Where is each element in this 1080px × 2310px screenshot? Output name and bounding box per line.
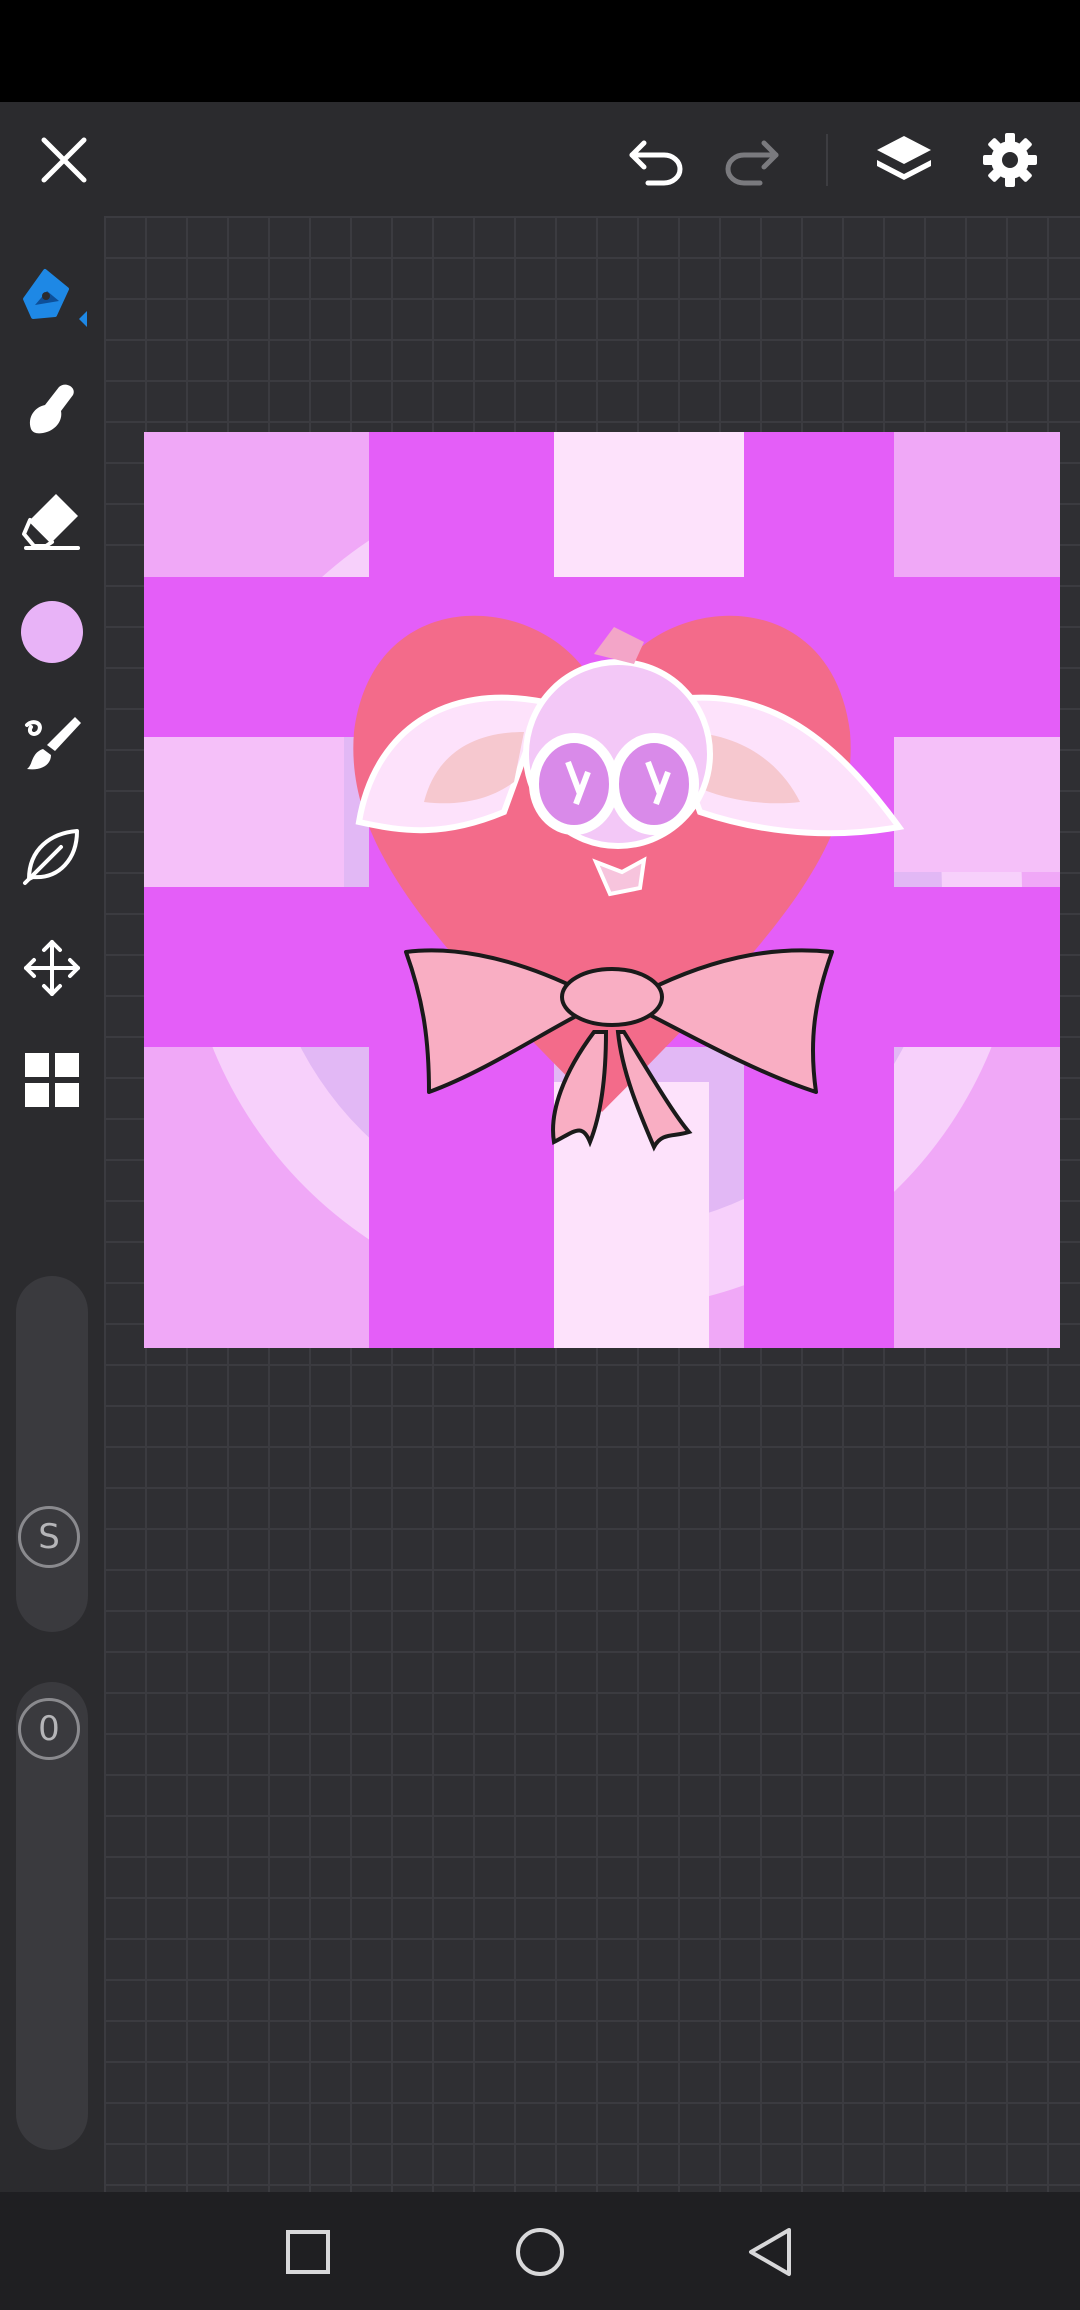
- circle-icon: [516, 2228, 564, 2276]
- tool-pen[interactable]: [12, 256, 92, 336]
- status-bar: [0, 0, 1080, 102]
- brush-size-slider[interactable]: [16, 1276, 88, 1632]
- tool-fill[interactable]: [12, 816, 92, 896]
- tool-color[interactable]: [12, 592, 92, 672]
- tool-transform[interactable]: [12, 928, 92, 1008]
- close-button[interactable]: [28, 124, 100, 196]
- tool-eraser[interactable]: [12, 480, 92, 560]
- gear-icon: [983, 133, 1037, 187]
- redo-icon: [725, 140, 779, 186]
- redo-button[interactable]: [716, 124, 788, 196]
- top-toolbar: [0, 102, 1080, 216]
- recents-button[interactable]: [268, 2212, 348, 2292]
- pen-icon: [23, 269, 87, 327]
- undo-icon: [629, 140, 683, 186]
- color-swatch: [21, 601, 83, 663]
- artwork-drawing: [144, 432, 1060, 1348]
- tool-gallery[interactable]: [12, 1040, 92, 1120]
- tool-smudge[interactable]: [12, 368, 92, 448]
- system-nav-bar: [0, 2192, 1080, 2310]
- layers-icon: [877, 136, 931, 180]
- eraser-icon: [22, 494, 80, 550]
- back-triangle-icon: [749, 2228, 791, 2276]
- settings-button[interactable]: [972, 122, 1048, 198]
- toolbar-divider: [826, 134, 828, 186]
- opacity-slider-label: 0: [18, 1698, 80, 1760]
- artwork-canvas[interactable]: [144, 432, 1060, 1348]
- tool-brush[interactable]: [12, 704, 92, 784]
- close-icon: [41, 137, 87, 183]
- layers-button[interactable]: [866, 122, 942, 198]
- square-icon: [286, 2230, 330, 2274]
- undo-button[interactable]: [620, 124, 692, 196]
- leaf-icon: [23, 829, 79, 885]
- back-button[interactable]: [730, 2212, 810, 2292]
- grid-icon: [25, 1053, 79, 1107]
- home-button[interactable]: [500, 2212, 580, 2292]
- tool-sidebar: S 0: [0, 216, 104, 2192]
- smudge-icon: [29, 384, 74, 434]
- size-slider-label: S: [18, 1506, 80, 1568]
- move-icon: [24, 940, 80, 996]
- brush-icon: [25, 717, 81, 770]
